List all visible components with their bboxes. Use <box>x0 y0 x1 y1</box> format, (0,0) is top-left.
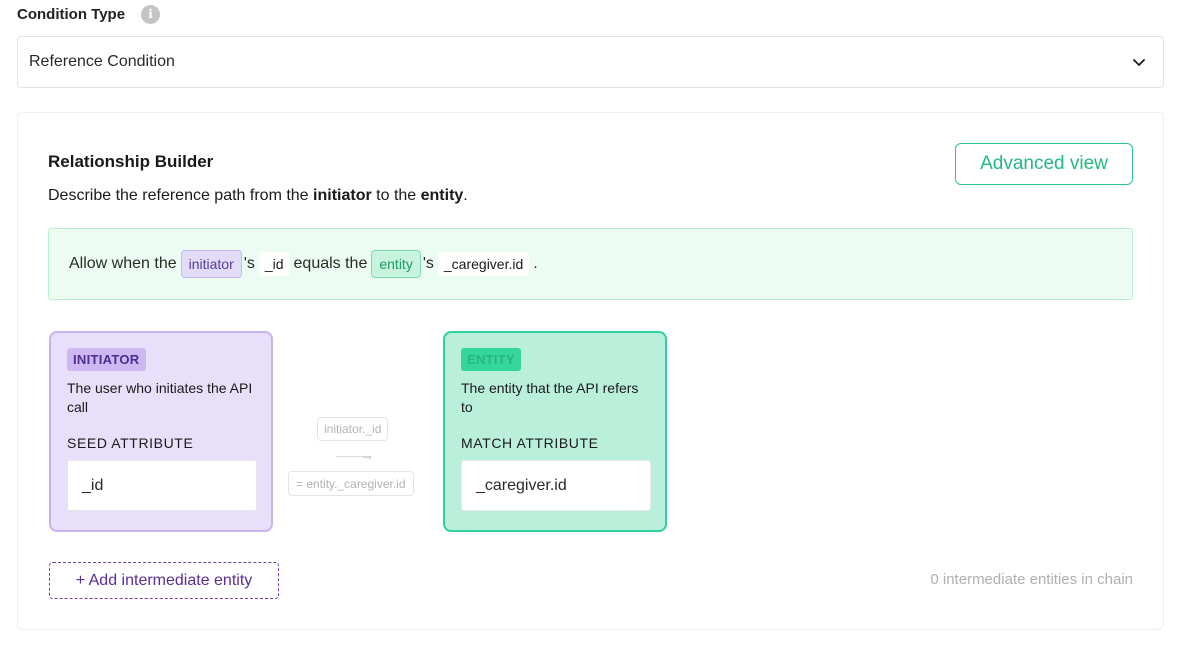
connector-entity-label: = entity._caregiver.id <box>288 471 414 496</box>
add-intermediate-entity-button[interactable]: + Add intermediate entity <box>49 562 279 599</box>
desc-entity: entity <box>420 187 464 204</box>
entity-badge: ENTITY <box>461 348 522 371</box>
seed-attribute-label: SEED ATTRIBUTE <box>67 435 194 451</box>
initiator-card: INITIATOR The user who initiates the API… <box>49 331 273 532</box>
summary-match-attr: _caregiver.id <box>437 252 530 276</box>
condition-type-selected-value: Reference Condition <box>29 53 175 70</box>
condition-summary: Allow when the initiator's _id equals the en… <box>48 228 1133 300</box>
relationship-connector: initiator._id → = entity._caregiver.id <box>288 416 428 496</box>
desc-middle: to the <box>371 187 421 204</box>
info-icon[interactable]: i <box>141 4 161 24</box>
entity-card: ENTITY The entity that the API refers to… <box>443 331 667 532</box>
summary-seed-attr: _id <box>258 252 290 276</box>
match-attribute-input[interactable]: _caregiver.id <box>461 460 651 511</box>
entity-description: The entity that the API refers to <box>461 380 639 415</box>
condition-type-label-row: Condition Type i <box>17 4 161 24</box>
chain-count-text: 0 intermediate entities in chain <box>930 571 1133 588</box>
chevron-down-icon[interactable] <box>1131 54 1147 70</box>
desc-prefix: Describe the reference path from the <box>48 187 314 204</box>
initiator-badge: INITIATOR <box>67 348 146 371</box>
connector-initiator-label: initiator._id <box>317 417 389 441</box>
advanced-view-button[interactable]: Advanced view <box>955 143 1133 185</box>
relationship-builder-panel: Relationship Builder Describe the refere… <box>17 112 1164 630</box>
summary-possessive-2: 's <box>422 255 434 272</box>
seed-attribute-input[interactable]: _id <box>67 460 257 511</box>
match-attribute-label: MATCH ATTRIBUTE <box>461 435 599 451</box>
summary-possessive-1: 's <box>243 255 255 272</box>
desc-suffix: . <box>463 187 468 204</box>
condition-type-select[interactable]: Reference Condition <box>17 36 1164 88</box>
summary-equals-text: equals the <box>293 255 368 272</box>
initiator-description: The user who initiates the API call <box>67 380 253 415</box>
condition-type-label: Condition Type <box>17 5 126 23</box>
arrow-right-icon: → <box>360 447 374 463</box>
builder-title: Relationship Builder <box>48 152 214 171</box>
builder-description: Describe the reference path from the ini… <box>48 187 468 205</box>
summary-allow-text: Allow when the <box>69 255 177 272</box>
summary-initiator-tag: initiator <box>180 250 242 278</box>
summary-period: . <box>533 255 538 272</box>
summary-entity-tag: entity <box>371 250 421 278</box>
desc-initiator: initiator <box>313 187 372 204</box>
